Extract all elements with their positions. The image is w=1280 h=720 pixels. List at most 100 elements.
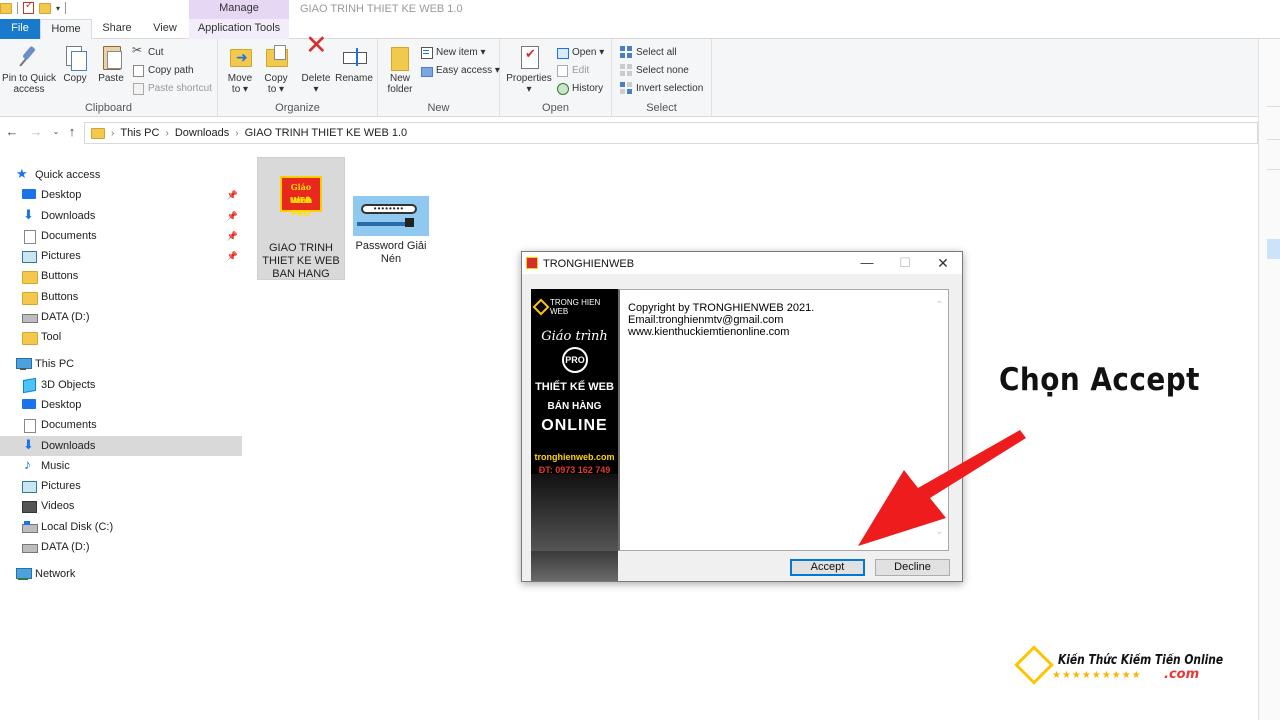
open-button[interactable]: Open ▾ xyxy=(556,44,604,60)
file-item-giao-trinh[interactable]: Giáo trình WEB PRO GIAO TRINH THIET KE W… xyxy=(257,157,345,280)
properties-check-icon[interactable] xyxy=(23,0,34,14)
folder-icon xyxy=(22,331,38,345)
select-all-icon xyxy=(620,46,632,58)
paste-shortcut-button[interactable]: Paste shortcut xyxy=(132,80,212,96)
copy-to-label-line2: to ▾ xyxy=(267,84,285,95)
paste-button[interactable]: Paste xyxy=(94,44,128,84)
diamond-logo-icon xyxy=(1014,645,1054,685)
up-arrow-icon[interactable]: ↑ xyxy=(64,124,80,140)
tab-view[interactable]: View xyxy=(142,19,188,39)
sidebar-item-music[interactable]: Music xyxy=(0,456,242,476)
sidebar-item-data-drive[interactable]: DATA (D:) xyxy=(0,307,242,327)
delete-button[interactable]: Delete ▾ xyxy=(298,40,334,95)
move-to-label-line1: Move xyxy=(227,73,253,84)
sidebar-item-buttons[interactable]: Buttons xyxy=(0,287,242,307)
breadcrumb-separator-icon[interactable]: › xyxy=(111,128,114,139)
sidebar-item-label: Pictures xyxy=(41,250,81,262)
new-folder-icon[interactable] xyxy=(39,2,51,14)
easy-access-button[interactable]: Easy access ▾ xyxy=(420,62,500,78)
sidebar-item-label: Music xyxy=(41,460,70,472)
sidebar-item-desktop[interactable]: Desktop xyxy=(0,395,242,415)
select-none-button[interactable]: Select none xyxy=(620,62,689,78)
scroll-up-icon[interactable]: ⌃ xyxy=(931,300,948,312)
sidebar-item-label: Local Disk (C:) xyxy=(41,521,114,533)
folder-icon[interactable] xyxy=(0,2,12,14)
tab-home[interactable]: Home xyxy=(40,19,92,40)
sidebar-item-this-pc[interactable]: This PC xyxy=(0,354,242,374)
sidebar-item-label: DATA (D:) xyxy=(41,311,90,323)
sidebar-item-videos[interactable]: Videos xyxy=(0,496,242,516)
move-to-button[interactable]: Move to ▾ xyxy=(222,44,258,95)
license-text-box[interactable]: Copyright by TRONGHIENWEB 2021. Email:tr… xyxy=(618,289,949,551)
sidebar-item-pictures[interactable]: Pictures 📌 xyxy=(0,246,242,266)
edit-button[interactable]: Edit xyxy=(556,62,589,78)
copy-path-button[interactable]: Copy path xyxy=(132,62,194,78)
address-bar[interactable]: › This PC › Downloads › GIAO TRINH THIET… xyxy=(84,122,1258,144)
vertical-scrollbar[interactable]: ⌃ ⌄ xyxy=(931,290,948,550)
sidebar-item-3d-objects[interactable]: 3D Objects xyxy=(0,375,242,395)
window-titlebar: ▾ Manage GIAO TRINH THIET KE WEB 1.0 xyxy=(0,0,1280,19)
copy-to-folder-icon xyxy=(264,44,288,70)
computer-icon xyxy=(16,358,32,370)
sidebar-item-label: Buttons xyxy=(41,291,79,303)
download-arrow-icon xyxy=(22,437,36,453)
film-icon xyxy=(22,500,37,513)
divider xyxy=(1267,106,1280,107)
accept-button[interactable]: Accept xyxy=(790,559,865,576)
password-image-thumbnail: •••••••• xyxy=(353,196,429,236)
new-item-icon xyxy=(420,46,433,59)
file-name-line1: GIAO TRINH xyxy=(269,242,333,254)
breadcrumb-downloads[interactable]: Downloads xyxy=(175,127,229,139)
watermark-stars: ★★★★★★★★★ xyxy=(1052,670,1142,681)
adjacent-selection-highlight xyxy=(1267,239,1280,259)
sidebar-item-documents[interactable]: Documents xyxy=(0,415,242,435)
copy-to-button[interactable]: Copy to ▾ xyxy=(258,44,294,95)
forward-arrow-icon[interactable]: → xyxy=(28,124,44,140)
breadcrumb-separator-icon[interactable]: › xyxy=(235,128,238,139)
breadcrumb-this-pc[interactable]: This PC xyxy=(120,127,159,139)
sidebar-item-quick-access[interactable]: Quick access xyxy=(0,165,242,185)
file-item-password[interactable]: •••••••• Password Giải Nén xyxy=(350,196,432,268)
thumbnail-qr-mark xyxy=(405,218,414,227)
minimize-icon[interactable]: — xyxy=(850,254,884,272)
decline-button[interactable]: Decline xyxy=(875,559,950,576)
back-arrow-icon[interactable]: ← xyxy=(4,124,20,140)
document-icon xyxy=(22,230,36,244)
close-icon[interactable]: ✕ xyxy=(926,254,960,272)
sidebar-item-downloads-selected[interactable]: Downloads xyxy=(0,436,242,456)
copy-button[interactable]: Copy xyxy=(58,44,92,84)
properties-label-line2: ▾ xyxy=(526,84,532,95)
file-name-line2: Nén xyxy=(380,253,402,265)
select-all-button[interactable]: Select all xyxy=(620,44,677,60)
new-item-button[interactable]: New item ▾ xyxy=(420,44,485,60)
history-button[interactable]: History xyxy=(556,80,603,96)
rename-button[interactable]: Rename xyxy=(334,44,374,84)
recent-locations-chevron-icon[interactable]: ⌄ xyxy=(48,124,64,140)
navigation-bar: ← → ⌄ ↑ › This PC › Downloads › GIAO TRI… xyxy=(0,120,1258,146)
breadcrumb-separator-icon[interactable]: › xyxy=(165,128,168,139)
easy-access-label: Easy access ▾ xyxy=(436,64,500,76)
sidebar-item-local-disk[interactable]: Local Disk (C:) xyxy=(0,517,242,537)
sidebar-item-network[interactable]: Network xyxy=(0,564,242,584)
folder-icon xyxy=(22,270,38,284)
sidebar-item-downloads[interactable]: Downloads 📌 xyxy=(0,206,242,226)
pin-label-line2: access xyxy=(13,84,45,95)
breadcrumb-current-folder[interactable]: GIAO TRINH THIET KE WEB 1.0 xyxy=(245,127,408,139)
tab-share[interactable]: Share xyxy=(92,19,142,39)
sidebar-item-pictures[interactable]: Pictures xyxy=(0,476,242,496)
properties-button[interactable]: Properties ▾ xyxy=(504,44,554,95)
app-logo-icon xyxy=(526,257,538,269)
pin-to-quick-access-button[interactable]: Pin to Quick access xyxy=(0,44,58,95)
sidebar-item-tool[interactable]: Tool xyxy=(0,327,242,347)
new-folder-button[interactable]: New folder xyxy=(382,44,418,95)
scroll-down-icon[interactable]: ⌄ xyxy=(931,526,948,538)
sidebar-item-data-drive[interactable]: DATA (D:) xyxy=(0,537,242,557)
customize-dropdown-icon[interactable]: ▾ xyxy=(56,4,60,13)
tab-application-tools[interactable]: Application Tools xyxy=(189,19,289,39)
tab-file[interactable]: File xyxy=(0,19,40,39)
sidebar-item-buttons[interactable]: Buttons xyxy=(0,266,242,286)
invert-selection-button[interactable]: Invert selection xyxy=(620,80,703,96)
sidebar-item-desktop[interactable]: Desktop 📌 xyxy=(0,185,242,205)
sidebar-item-documents[interactable]: Documents 📌 xyxy=(0,226,242,246)
cut-button[interactable]: Cut xyxy=(132,43,164,60)
